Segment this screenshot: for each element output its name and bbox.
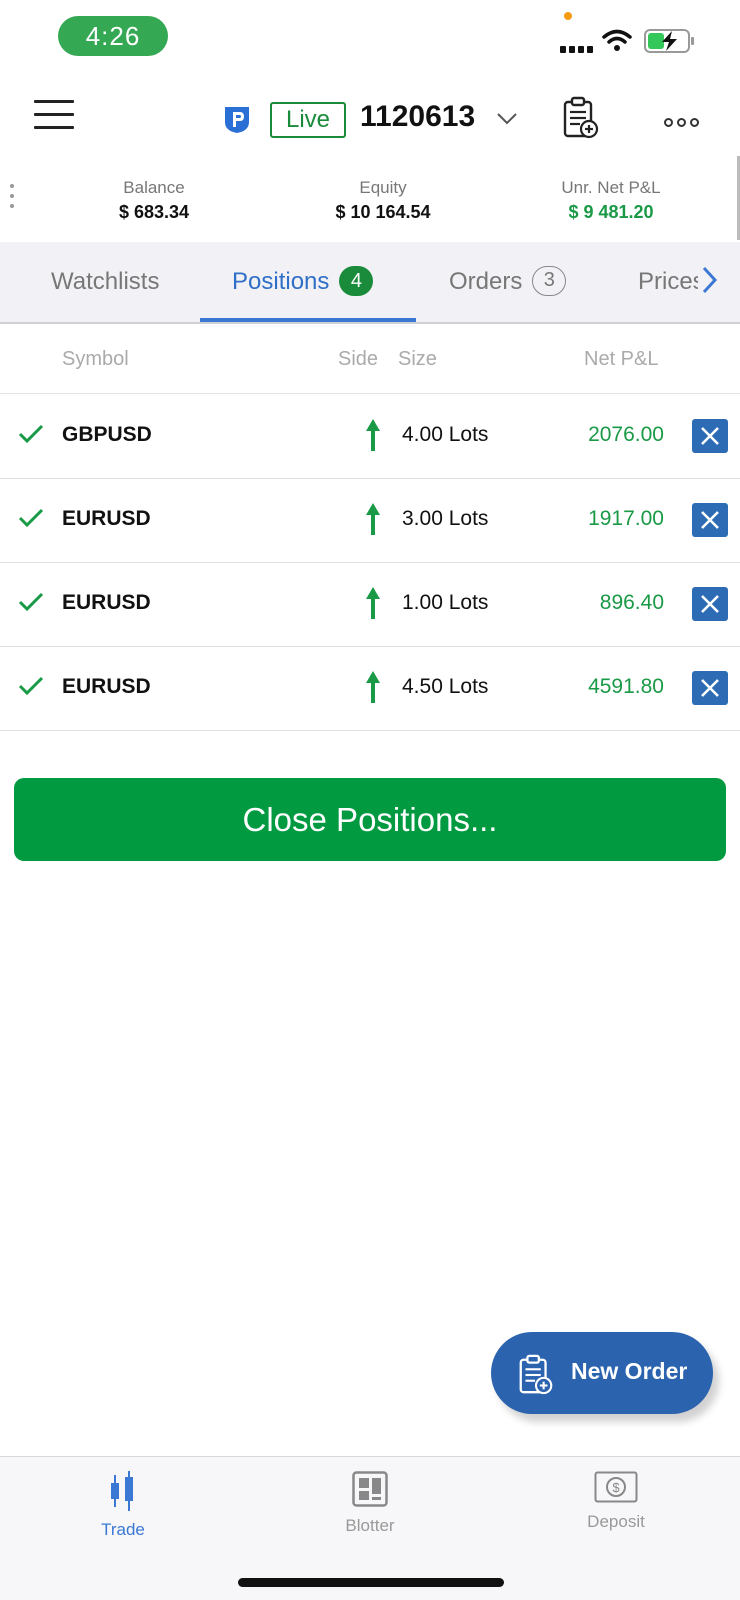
close-icon[interactable] (692, 503, 728, 537)
position-pnl: 1917.00 (588, 507, 664, 530)
active-tab-indicator (200, 318, 416, 322)
position-size: 4.50 Lots (402, 675, 489, 698)
table-row[interactable]: EURUSD 4.50 Lots 4591.80 (0, 647, 740, 731)
account-summary: Balance $ 683.34 Equity $ 10 164.54 Unr.… (0, 170, 740, 242)
svg-text:$: $ (612, 1480, 620, 1495)
position-pnl: 4591.80 (588, 675, 664, 698)
close-icon[interactable] (692, 419, 728, 453)
tab-orders[interactable]: Orders 3 (449, 242, 567, 322)
positions-count-badge: 4 (339, 265, 374, 296)
blotter-grid-icon (352, 1471, 388, 1507)
pnl-value: $ 9 481.20 (568, 202, 654, 222)
tab-watchlists-label: Watchlists (51, 268, 160, 295)
close-icon[interactable] (692, 587, 728, 621)
check-icon (18, 592, 44, 612)
position-size: 3.00 Lots (402, 507, 489, 530)
app-header: Live 1120613 (0, 70, 740, 170)
tab-positions-label: Positions (232, 268, 330, 295)
tab-prices[interactable]: Prices (638, 242, 698, 322)
pnl-label: Unr. Net P&L (561, 178, 661, 197)
side-column-header[interactable]: Side (338, 348, 378, 371)
status-bar: 4:26 (0, 0, 740, 70)
hamburger-menu-icon[interactable] (34, 100, 74, 134)
battery-charging-icon (644, 29, 694, 53)
position-pnl: 896.40 (599, 591, 664, 614)
broker-logo-icon (225, 107, 249, 133)
live-account-badge: Live (270, 102, 346, 138)
arrow-up-icon (366, 671, 380, 703)
position-symbol: EURUSD (62, 507, 151, 530)
check-icon (18, 676, 44, 696)
new-order-clipboard-icon[interactable] (562, 96, 600, 140)
balance-summary: Balance $ 683.34 (54, 178, 254, 223)
positions-table-header: Symbol Side Size Net P&L (0, 326, 740, 394)
check-icon (18, 508, 44, 528)
cellular-signal-icon (560, 46, 593, 53)
nav-deposit[interactable]: $ Deposit (556, 1471, 676, 1532)
position-size: 1.00 Lots (402, 591, 489, 614)
arrow-up-icon (366, 587, 380, 619)
tab-watchlists[interactable]: Watchlists (51, 242, 159, 322)
tab-prices-label: Prices (638, 268, 698, 295)
chevron-right-icon[interactable] (700, 264, 720, 296)
equity-label: Equity (359, 178, 407, 197)
position-symbol: EURUSD (62, 675, 151, 698)
symbol-column-header[interactable]: Symbol (62, 348, 129, 371)
tab-orders-label: Orders (449, 268, 523, 295)
balance-label: Balance (123, 178, 185, 197)
privacy-indicator-dot (564, 12, 572, 20)
position-size: 4.00 Lots (402, 423, 489, 446)
pnl-summary: Unr. Net P&L $ 9 481.20 (511, 178, 711, 223)
new-order-button[interactable]: New Order (491, 1332, 713, 1414)
tab-positions[interactable]: Positions 4 (232, 242, 374, 322)
balance-value: $ 683.34 (118, 202, 190, 222)
account-number[interactable]: 1120613 (360, 100, 475, 134)
size-column-header[interactable]: Size (398, 348, 437, 371)
more-options-icon[interactable] (664, 114, 703, 132)
new-order-label: New Order (571, 1358, 688, 1384)
table-row[interactable]: EURUSD 3.00 Lots 1917.00 (0, 479, 740, 563)
orders-count-badge: 3 (532, 265, 567, 296)
position-symbol: EURUSD (62, 591, 151, 614)
deposit-dollar-icon: $ (594, 1471, 638, 1503)
home-indicator[interactable] (238, 1578, 504, 1587)
arrow-up-icon (366, 503, 380, 535)
tab-bar: Watchlists Positions 4 Orders 3 Prices (0, 242, 740, 324)
pnl-column-header[interactable]: Net P&L (584, 348, 658, 371)
candlestick-icon (111, 1471, 133, 1511)
status-time: 4:26 (58, 16, 168, 56)
equity-value: $ 10 164.54 (335, 202, 431, 222)
table-row[interactable]: EURUSD 1.00 Lots 896.40 (0, 563, 740, 647)
nav-blotter[interactable]: Blotter (310, 1471, 430, 1536)
table-row[interactable]: GBPUSD 4.00 Lots 2076.00 (0, 395, 740, 479)
close-positions-button[interactable]: Close Positions... (14, 778, 726, 861)
new-order-clipboard-icon (519, 1354, 553, 1395)
wifi-icon (602, 29, 632, 51)
chevron-down-icon[interactable] (496, 112, 518, 126)
position-symbol: GBPUSD (62, 423, 152, 446)
nav-trade[interactable]: Trade (63, 1471, 183, 1540)
position-pnl: 2076.00 (588, 423, 664, 446)
check-icon (18, 424, 44, 444)
close-icon[interactable] (692, 671, 728, 705)
nav-deposit-label: Deposit (587, 1512, 645, 1531)
arrow-up-icon (366, 419, 380, 451)
drag-handle-icon[interactable] (10, 184, 18, 214)
nav-blotter-label: Blotter (345, 1516, 395, 1535)
nav-trade-label: Trade (101, 1520, 145, 1539)
equity-summary: Equity $ 10 164.54 (283, 178, 483, 223)
